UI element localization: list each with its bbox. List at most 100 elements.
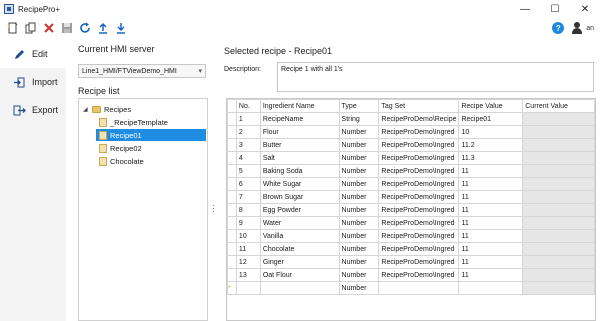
cell-no[interactable]: 7 [235, 190, 261, 204]
table-row[interactable]: 5 Baking Soda Number RecipeProDemo\Ingred 11 [227, 164, 595, 178]
cell-recipe-value[interactable]: 10 [458, 125, 524, 139]
cell-ingredient-name[interactable]: Vanilla [259, 229, 340, 243]
collapse-icon[interactable]: ◢ [83, 106, 89, 113]
cell-ingredient-name[interactable]: Baking Soda [259, 164, 340, 178]
column-header-type[interactable]: Type [338, 99, 380, 113]
cell-current-value[interactable] [522, 125, 595, 139]
cell-type[interactable]: Number [338, 190, 380, 204]
cell-current-value[interactable] [522, 216, 595, 230]
row-header[interactable] [227, 216, 237, 230]
user-icon[interactable] [570, 21, 584, 35]
row-header[interactable] [227, 112, 237, 126]
cell-type[interactable]: Number [338, 281, 380, 295]
table-row[interactable]: 3 Butter Number RecipeProDemo\Ingred 11.2 [227, 138, 595, 152]
cell-recipe-value[interactable]: 11.2 [458, 138, 524, 152]
cell-tag-set[interactable]: RecipeProDemo\Ingred [378, 164, 460, 178]
cell-type[interactable]: Number [338, 268, 380, 282]
cell-ingredient-name[interactable]: Egg Powder [259, 203, 340, 217]
nav-item-import[interactable]: Import [0, 68, 66, 96]
cell-ingredient-name[interactable]: Butter [259, 138, 340, 152]
delete-button[interactable] [40, 19, 58, 37]
cell-ingredient-name[interactable]: White Sugar [259, 177, 340, 191]
cell-tag-set[interactable]: RecipeProDemo\Ingred [378, 242, 460, 256]
tree-item-chocolate[interactable]: Chocolate [99, 155, 144, 167]
table-row[interactable]: 10 Vanilla Number RecipeProDemo\Ingred 11 [227, 229, 595, 243]
table-row[interactable]: 12 Ginger Number RecipeProDemo\Ingred 11 [227, 255, 595, 269]
cell-current-value[interactable] [522, 138, 595, 152]
cell-tag-set[interactable]: RecipeProDemo\Ingred [378, 216, 460, 230]
cell-current-value[interactable] [522, 229, 595, 243]
row-header[interactable] [227, 164, 237, 178]
cell-ingredient-name[interactable]: Brown Sugar [259, 190, 340, 204]
table-cell[interactable] [235, 281, 261, 295]
save-button[interactable] [58, 19, 76, 37]
cell-ingredient-name[interactable]: Flour [259, 125, 340, 139]
download-button[interactable] [112, 19, 130, 37]
new-row-marker[interactable]: * [227, 281, 237, 295]
table-cell[interactable] [458, 281, 524, 295]
table-row[interactable]: 1 RecipeName String RecipeProDemo\Recipe Rec… [227, 112, 595, 126]
cell-recipe-value[interactable]: 11 [458, 216, 524, 230]
cell-ingredient-name[interactable]: Oat Flour [259, 268, 340, 282]
cell-no[interactable]: 3 [235, 138, 261, 152]
cell-ingredient-name[interactable]: Water [259, 216, 340, 230]
cell-current-value[interactable] [522, 203, 595, 217]
tree-item-recipe-template[interactable]: _RecipeTemplate [99, 116, 168, 128]
table-row[interactable]: 8 Egg Powder Number RecipeProDemo\Ingred 11 [227, 203, 595, 217]
row-header[interactable] [227, 242, 237, 256]
cell-no[interactable]: 4 [235, 151, 261, 165]
cell-tag-set[interactable]: RecipeProDemo\Ingred [378, 203, 460, 217]
nav-item-edit[interactable]: Edit [0, 40, 66, 68]
cell-type[interactable]: Number [338, 242, 380, 256]
cell-type[interactable]: Number [338, 125, 380, 139]
cell-no[interactable]: 5 [235, 164, 261, 178]
cell-ingredient-name[interactable]: Salt [259, 151, 340, 165]
table-cell[interactable] [259, 281, 340, 295]
cell-type[interactable]: Number [338, 255, 380, 269]
cell-no[interactable]: 2 [235, 125, 261, 139]
column-header-ingredient[interactable]: Ingredient Name [259, 99, 340, 113]
close-button[interactable]: ✕ [570, 0, 600, 18]
cell-recipe-value[interactable]: 11 [458, 255, 524, 269]
cell-type[interactable]: Number [338, 164, 380, 178]
cell-ingredient-name[interactable]: RecipeName [259, 112, 340, 126]
pane-splitter[interactable]: · · · [212, 202, 216, 216]
cell-current-value[interactable] [522, 255, 595, 269]
cell-tag-set[interactable]: RecipeProDemo\Ingred [378, 268, 460, 282]
column-header-recipe-value[interactable]: Recipe Value [458, 99, 524, 113]
column-header-tag-set[interactable]: Tag Set [378, 99, 460, 113]
cell-recipe-value[interactable]: 11 [458, 190, 524, 204]
cell-type[interactable]: Number [338, 216, 380, 230]
cell-current-value[interactable] [522, 281, 595, 295]
cell-current-value[interactable] [522, 242, 595, 256]
row-header[interactable] [227, 125, 237, 139]
cell-recipe-value[interactable]: 11 [458, 203, 524, 217]
nav-item-export[interactable]: Export [0, 96, 66, 124]
column-header-no[interactable]: No. [235, 99, 261, 113]
cell-ingredient-name[interactable]: Ginger [259, 255, 340, 269]
cell-recipe-value[interactable]: 11 [458, 242, 524, 256]
cell-recipe-value[interactable]: 11 [458, 268, 524, 282]
cell-current-value[interactable] [522, 151, 595, 165]
tree-item-recipe01[interactable]: Recipe01 [96, 129, 206, 141]
cell-current-value[interactable] [522, 190, 595, 204]
cell-no[interactable]: 10 [235, 229, 261, 243]
table-row[interactable]: 4 Salt Number RecipeProDemo\Ingred 11.3 [227, 151, 595, 165]
row-header[interactable] [227, 203, 237, 217]
cell-tag-set[interactable]: RecipeProDemo\Recipe [378, 112, 460, 126]
cell-no[interactable]: 8 [235, 203, 261, 217]
cell-type[interactable]: Number [338, 151, 380, 165]
row-header[interactable] [227, 190, 237, 204]
tree-root-recipes[interactable]: ◢ Recipes [83, 103, 131, 115]
description-field[interactable]: Recipe 1 with all 1's [277, 62, 594, 92]
table-row[interactable]: 9 Water Number RecipeProDemo\Ingred 11 [227, 216, 595, 230]
column-header-current-value[interactable]: Current Value [522, 99, 595, 113]
cell-tag-set[interactable]: RecipeProDemo\Ingred [378, 229, 460, 243]
row-header[interactable] [227, 268, 237, 282]
cell-current-value[interactable] [522, 177, 595, 191]
cell-tag-set[interactable]: RecipeProDemo\Ingred [378, 255, 460, 269]
cell-tag-set[interactable]: RecipeProDemo\Ingred [378, 125, 460, 139]
row-header[interactable] [227, 177, 237, 191]
cell-current-value[interactable] [522, 164, 595, 178]
cell-no[interactable]: 9 [235, 216, 261, 230]
